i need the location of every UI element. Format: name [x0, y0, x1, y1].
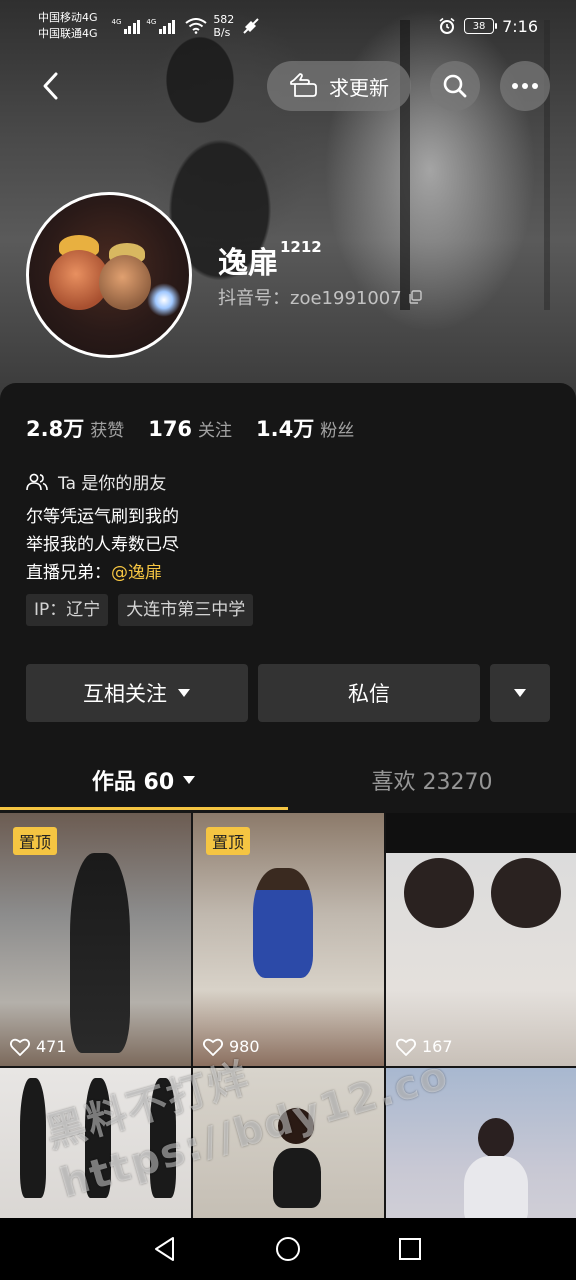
- status-bar: 中国移动4G 中国联通4G 4G 4G 582 B/s 38 7:16: [0, 0, 576, 52]
- system-nav-bar: [0, 1218, 576, 1280]
- request-update-label: 求更新: [329, 75, 389, 100]
- top-nav: 求更新: [0, 60, 576, 112]
- heart-icon: [396, 1038, 416, 1056]
- carrier-1: 中国移动4G: [38, 11, 98, 24]
- caret-down-icon: [178, 689, 190, 697]
- video-thumbnail[interactable]: 置顶 471: [0, 813, 191, 1066]
- tag-school[interactable]: 大连市第三中学: [118, 594, 254, 626]
- carriers: 中国移动4G 中国联通4G: [38, 10, 98, 42]
- profile-panel: 2.8万 获赞 176 关注 1.4万 粉丝 Ta 是你的朋友 尔等凭运气刷到我…: [0, 383, 576, 1233]
- avatar[interactable]: [26, 192, 192, 358]
- chevron-left-icon: [43, 72, 58, 100]
- tags-row: IP：辽宁 大连市第三中学: [26, 594, 254, 626]
- video-thumbnail[interactable]: [0, 1068, 191, 1218]
- nickname: 逸扉 1212: [218, 238, 322, 282]
- square-recents-icon: [399, 1238, 421, 1260]
- mutual-follow-label: 互相关注: [83, 682, 167, 706]
- bio-line-1: 尔等凭运气刷到我的: [26, 507, 179, 527]
- alarm-icon: [439, 17, 455, 34]
- bio: 尔等凭运气刷到我的 举报我的人寿数已尽 直播兄弟：@逸扉: [26, 503, 179, 587]
- signal-icons: 4G 4G: [112, 18, 176, 34]
- back-button[interactable]: [30, 64, 70, 108]
- more-button[interactable]: [500, 61, 550, 111]
- nickname-text: 逸扉: [218, 246, 278, 281]
- friends-icon: [26, 473, 48, 490]
- caret-down-icon: [514, 689, 526, 697]
- video-thumbnail[interactable]: [193, 1068, 384, 1218]
- bio-line-2: 举报我的人寿数已尽: [26, 535, 179, 555]
- friend-text: Ta 是你的朋友: [58, 474, 167, 494]
- wifi-icon: [185, 18, 207, 34]
- signal-icon-1: 4G: [112, 18, 141, 34]
- mute-icon: [243, 18, 260, 34]
- bio-mention-link[interactable]: @逸扉: [111, 563, 162, 583]
- search-icon: [443, 74, 467, 98]
- caret-down-icon: [183, 776, 196, 784]
- tab-likes-label: 喜欢 23270: [371, 770, 493, 795]
- tab-likes[interactable]: 喜欢 23270: [288, 755, 576, 805]
- active-tab-indicator: [0, 807, 288, 810]
- carrier-2: 中国联通4G: [38, 27, 98, 40]
- pinned-badge: 置顶: [206, 827, 251, 855]
- like-count: 471: [10, 1037, 67, 1056]
- circle-home-icon: [276, 1237, 300, 1261]
- douyin-id-text: 抖音号：zoe1991007: [218, 288, 402, 309]
- copy-icon[interactable]: [408, 290, 422, 304]
- tab-works[interactable]: 作品 60: [0, 755, 288, 805]
- heart-icon: [10, 1038, 30, 1056]
- video-thumbnail[interactable]: 置顶 980: [193, 813, 384, 1066]
- stat-likes[interactable]: 2.8万 获赞: [26, 413, 124, 443]
- heart-icon: [203, 1038, 223, 1056]
- tag-ip-location: IP：辽宁: [26, 594, 109, 626]
- message-button[interactable]: 私信: [258, 664, 480, 722]
- system-recents-button[interactable]: [395, 1234, 425, 1264]
- content-tabs: 作品 60 喜欢 23270: [0, 755, 576, 811]
- bio-line-3: 直播兄弟：@逸扉: [26, 563, 162, 583]
- stats-row: 2.8万 获赞 176 关注 1.4万 粉丝: [26, 413, 354, 443]
- system-home-button[interactable]: [273, 1234, 303, 1264]
- friend-indicator: Ta 是你的朋友: [26, 469, 166, 494]
- stat-followers[interactable]: 1.4万 粉丝: [256, 413, 354, 443]
- video-thumbnail[interactable]: [386, 1068, 576, 1218]
- more-dots-icon: [512, 83, 538, 89]
- pinned-badge: 置顶: [13, 827, 58, 855]
- signal-icon-2: 4G: [146, 18, 176, 34]
- nickname-superscript: 1212: [280, 238, 322, 256]
- like-count: 980: [203, 1037, 260, 1056]
- tab-works-label: 作品 60: [91, 770, 175, 795]
- battery-icon: 38: [464, 18, 498, 34]
- message-label: 私信: [348, 682, 390, 706]
- action-buttons: 互相关注 私信: [26, 664, 550, 722]
- request-update-button[interactable]: 求更新: [267, 61, 411, 111]
- video-grid: 置顶 471 置顶 980 167: [0, 813, 576, 1218]
- like-count: 167: [396, 1037, 453, 1056]
- mutual-follow-button[interactable]: 互相关注: [26, 664, 248, 722]
- network-speed: 582 B/s: [213, 13, 235, 39]
- triangle-back-icon: [155, 1237, 174, 1261]
- pointing-hand-icon: [290, 73, 317, 97]
- video-thumbnail[interactable]: 167: [386, 813, 576, 1066]
- douyin-id[interactable]: 抖音号：zoe1991007: [218, 284, 422, 310]
- clock: 7:16: [502, 16, 538, 36]
- system-back-button[interactable]: [150, 1234, 180, 1264]
- stat-following[interactable]: 176 关注: [148, 416, 232, 441]
- search-button[interactable]: [430, 61, 480, 111]
- recommend-dropdown-button[interactable]: [490, 664, 550, 722]
